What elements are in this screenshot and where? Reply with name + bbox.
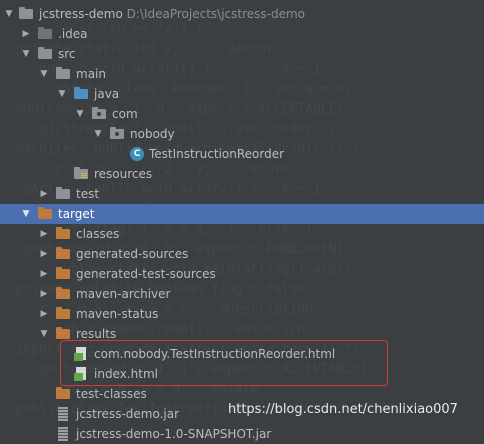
tree-row-main[interactable]: ▼ main — [0, 64, 484, 84]
expand-arrow-icon[interactable]: ▼ — [56, 84, 68, 104]
tree-item-label: target — [58, 207, 95, 221]
collapsed-arrow-icon[interactable]: ▶ — [38, 304, 50, 324]
source-folder-icon — [74, 87, 88, 99]
expand-arrow-icon[interactable]: ▼ — [74, 104, 86, 124]
package-icon — [110, 127, 124, 139]
excluded-folder-icon — [56, 247, 70, 259]
tree-row-src[interactable]: ▼ src — [0, 44, 484, 64]
tree-item-label: generated-test-sources — [76, 267, 216, 281]
expand-arrow-icon[interactable]: ▼ — [92, 124, 104, 144]
tree-item-label: .idea — [58, 27, 88, 41]
tree-row-generated-test-sources[interactable]: ▶ generated-test-sources — [0, 264, 484, 284]
tree-row-maven-status[interactable]: ▶ maven-status — [0, 304, 484, 324]
excluded-folder-icon — [56, 307, 70, 319]
project-path: D:\IdeaProjects\jcstress-demo — [126, 7, 306, 21]
excluded-folder-icon — [56, 327, 70, 339]
tree-item-label: classes — [76, 227, 120, 241]
excluded-folder-icon — [56, 287, 70, 299]
tree-row-generated-sources[interactable]: ▶ generated-sources — [0, 244, 484, 264]
jar-file-icon — [58, 427, 68, 441]
tree-row-test[interactable]: ▶ test — [0, 184, 484, 204]
expand-arrow-icon[interactable]: ▼ — [20, 44, 32, 64]
tree-item-label: TestInstructionReorder — [149, 147, 285, 161]
folder-icon — [38, 27, 52, 39]
tree-row-com[interactable]: ▼ com — [0, 104, 484, 124]
tree-row-resources[interactable]: resources — [0, 164, 484, 184]
expand-arrow-icon[interactable]: ▼ — [38, 324, 50, 344]
package-icon — [92, 107, 106, 119]
tree-item-label: nobody — [130, 127, 175, 141]
tree-item-label: main — [76, 67, 106, 81]
excluded-folder-icon — [56, 267, 70, 279]
collapsed-arrow-icon[interactable]: ▶ — [38, 284, 50, 304]
watermark: https://blog.csdn.net/chenlixiao007 — [228, 402, 458, 417]
tree-item-label: test-classes — [76, 387, 147, 401]
tree-row-test-class[interactable]: C TestInstructionReorder — [0, 144, 484, 164]
folder-icon — [56, 187, 70, 199]
collapsed-arrow-icon[interactable]: ▶ — [38, 224, 50, 244]
collapsed-arrow-icon[interactable]: ▶ — [38, 264, 50, 284]
tree-item-label: resources — [94, 167, 153, 181]
tree-row-target[interactable]: ▼ target — [0, 204, 484, 224]
tree-row-maven-archiver[interactable]: ▶ maven-archiver — [0, 284, 484, 304]
excluded-folder-icon — [56, 387, 70, 399]
java-class-icon: C — [130, 147, 144, 161]
tree-item-label: jcstress-demo-1.0-SNAPSHOT.jar — [76, 427, 272, 441]
tree-row-classes[interactable]: ▶ classes — [0, 224, 484, 244]
folder-icon — [38, 47, 52, 59]
expand-arrow-icon[interactable]: ▼ — [3, 4, 15, 24]
tree-row-idea[interactable]: ▶ .idea — [0, 24, 484, 44]
resources-folder-icon — [74, 167, 88, 179]
expand-arrow-icon[interactable]: ▼ — [20, 204, 32, 224]
tree-row-project[interactable]: ▼ jcstress-demo D:\IdeaProjects\jcstress… — [0, 4, 484, 24]
expand-arrow-icon[interactable]: ▼ — [38, 64, 50, 84]
project-name: jcstress-demo — [39, 7, 123, 21]
tree-row-jar-partial[interactable]: jcstress-demo-1.0-SNAPSHOT.jar — [0, 424, 484, 444]
excluded-folder-icon — [38, 207, 52, 219]
tree-item-label: com — [112, 107, 138, 121]
collapsed-arrow-icon[interactable]: ▶ — [20, 24, 32, 44]
collapsed-arrow-icon[interactable]: ▶ — [38, 184, 50, 204]
collapsed-arrow-icon[interactable]: ▶ — [38, 244, 50, 264]
tree-item-label: java — [94, 87, 120, 101]
folder-icon — [56, 67, 70, 79]
tree-row-test-classes[interactable]: test-classes — [0, 384, 484, 404]
tree-row-java[interactable]: ▼ java — [0, 84, 484, 104]
tree-item-label: maven-status — [76, 307, 159, 321]
folder-icon — [19, 7, 33, 19]
excluded-folder-icon — [56, 227, 70, 239]
tree-item-label: test — [76, 187, 100, 201]
jar-file-icon — [58, 407, 68, 421]
tree-item-label: jcstress-demo.jar — [76, 407, 180, 421]
tree-item-label: generated-sources — [76, 247, 189, 261]
tree-row-nobody[interactable]: ▼ nobody — [0, 124, 484, 144]
tree-item-label: maven-archiver — [76, 287, 171, 301]
project-tree: ▼ jcstress-demo D:\IdeaProjects\jcstress… — [0, 0, 484, 441]
tree-item-label: src — [58, 47, 76, 61]
red-highlight-annotation — [60, 340, 388, 386]
